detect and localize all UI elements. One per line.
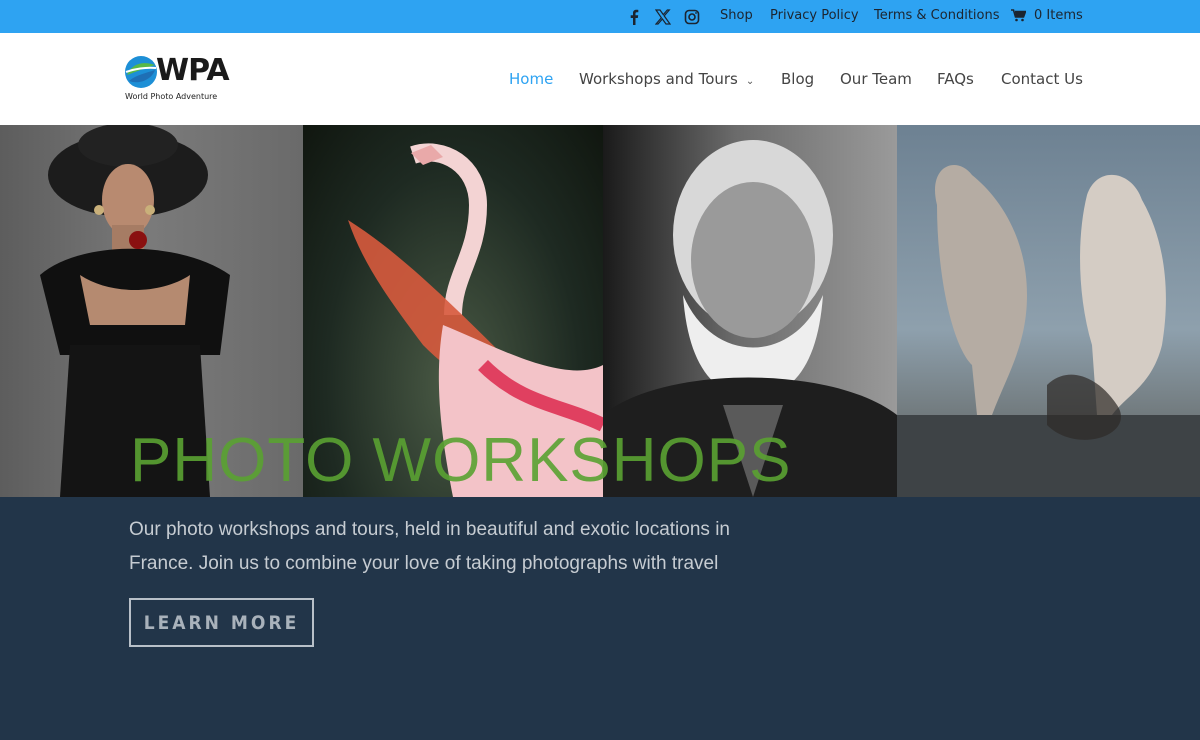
x-icon[interactable] [655, 0, 671, 33]
toplink-privacy-policy[interactable]: Privacy Policy [770, 0, 859, 30]
hero-description-line-2: France. Join us to combine your love of … [129, 553, 719, 574]
site-header: WPA World Photo Adventure Home Workshops… [0, 33, 1200, 125]
nav-workshops-label: Workshops and Tours [579, 70, 738, 88]
site-logo[interactable]: WPA World Photo Adventure [124, 53, 234, 105]
chevron-down-icon: ⌄ [745, 76, 755, 87]
learn-more-button[interactable]: LEARN MORE [129, 598, 314, 647]
top-bar: Shop Privacy Policy Terms & Conditions 0… [0, 0, 1200, 33]
nav-home[interactable]: Home [509, 70, 553, 88]
toplink-shop[interactable]: Shop [720, 0, 753, 30]
nav-faqs[interactable]: FAQs [937, 70, 974, 88]
instagram-icon[interactable] [684, 0, 700, 33]
logo-subtitle: World Photo Adventure [125, 92, 218, 101]
hero-title: PHOTO WORKSHOPS [130, 426, 792, 495]
nav-blog[interactable]: Blog [781, 70, 814, 88]
toplink-terms[interactable]: Terms & Conditions [874, 0, 1000, 30]
logo-mark-icon [125, 56, 157, 88]
cart-link[interactable]: 0 Items [1011, 0, 1083, 30]
hero-photo-horses [897, 125, 1200, 497]
hero-description: Our photo workshops and tours, held in b… [129, 513, 829, 581]
nav-workshops-and-tours[interactable]: Workshops and Tours ⌄ [579, 70, 754, 88]
logo-text: WPA [156, 53, 230, 88]
facebook-icon[interactable] [628, 0, 640, 33]
nav-our-team[interactable]: Our Team [840, 70, 912, 88]
hero-description-line-1: Our photo workshops and tours, held in b… [129, 519, 730, 540]
nav-contact-us[interactable]: Contact Us [1001, 70, 1083, 88]
cart-count: 0 Items [1034, 7, 1083, 23]
cart-icon [1011, 8, 1026, 21]
